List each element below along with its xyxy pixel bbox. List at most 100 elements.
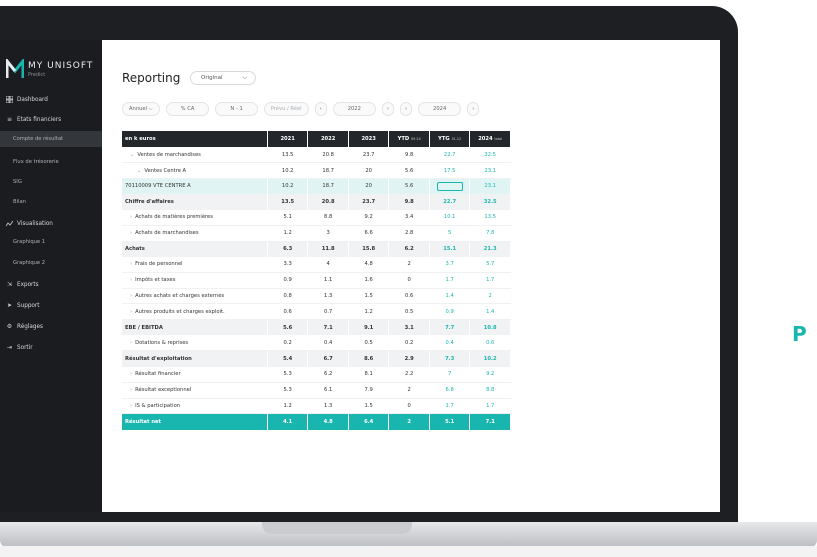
table-cell[interactable]: 10.2: [469, 350, 511, 367]
year-from-field[interactable]: 2022: [332, 102, 376, 116]
year-from-next-button[interactable]: ›: [381, 102, 394, 116]
sidebar-item-etats-financiers[interactable]: ≡ Etats financiers: [0, 116, 102, 123]
table-cell[interactable]: 7.8: [469, 225, 511, 242]
table-cell[interactable]: 1.7: [469, 398, 511, 415]
table-row[interactable]: › Autres produits et charges exploit. 0.6 0…: [122, 303, 511, 321]
table-cell[interactable]: 10.1: [429, 209, 471, 226]
table-cell[interactable]: 32.5: [469, 147, 511, 164]
chevron-right-icon[interactable]: ›: [130, 277, 132, 283]
prevu-reel-toggle[interactable]: Prévu / Réel: [263, 102, 309, 116]
table-row[interactable]: › Achats de marchandises 1.2 3 6.6 2.8 5 7.8: [122, 225, 511, 242]
sidebar-item-dashboard[interactable]: Dashboard: [0, 95, 102, 104]
sidebar-item-visualisation[interactable]: Visualisation: [0, 220, 102, 227]
chevron-right-icon[interactable]: ›: [130, 340, 132, 346]
table-cell[interactable]: 17.5: [429, 162, 471, 179]
sidebar-item-reglages[interactable]: ⚙ Réglages: [0, 323, 102, 330]
table-row[interactable]: Chiffre d'affaires 13.5 20.8 23.7 9.8 22.7 32.…: [122, 194, 511, 210]
table-row[interactable]: ⌄ Ventes Centre A 10.2 18.7 20 5.6 17.5 23.1: [122, 162, 511, 179]
chevron-right-icon[interactable]: ›: [130, 214, 132, 220]
chevron-right-icon[interactable]: ›: [130, 387, 132, 393]
table-cell[interactable]: 22.7: [429, 147, 471, 164]
table-cell[interactable]: 7.7: [429, 319, 471, 336]
table-cell[interactable]: 3.7: [429, 256, 471, 273]
chevron-down-icon[interactable]: ⌄: [130, 152, 134, 158]
table-cell[interactable]: 10.8: [469, 319, 511, 336]
column-header[interactable]: 2023: [348, 131, 390, 147]
table-total-row[interactable]: Résultat net 4.1 4.8 6.4 2 5.1 7.1: [122, 413, 511, 430]
chevron-right-icon[interactable]: ›: [130, 371, 132, 377]
table-cell[interactable]: 1.7: [429, 272, 471, 289]
chevron-right-icon[interactable]: ›: [130, 309, 132, 315]
view-select[interactable]: Original ⌵: [190, 71, 256, 85]
chevron-down-icon[interactable]: ⌄: [137, 168, 141, 174]
table-cell[interactable]: 23.1: [469, 178, 511, 195]
table-row[interactable]: Résultat d'exploitation 5.4 6.7 8.6 2.9 7.3 10…: [122, 350, 511, 367]
cell-edit-input[interactable]: [436, 181, 463, 191]
column-header-total[interactable]: 2024 total: [469, 131, 511, 147]
table-cell: 1.6: [348, 272, 390, 289]
table-cell[interactable]: 7.3: [429, 350, 471, 367]
table-cell[interactable]: 0.9: [429, 303, 471, 321]
table-cell[interactable]: 2: [469, 288, 511, 305]
table-cell[interactable]: 32.5: [469, 194, 511, 210]
table-row[interactable]: EBE / EBITDA 5.6 7.1 9.1 3.1 7.7 10.8: [122, 319, 511, 336]
year-to-prev-button[interactable]: ‹: [399, 102, 413, 116]
table-cell[interactable]: 9.2: [469, 366, 511, 383]
table-cell[interactable]: 5.1: [429, 413, 471, 430]
table-cell[interactable]: 23.1: [469, 162, 511, 179]
sidebar-item-graphique-2[interactable]: Graphique 2: [0, 260, 102, 266]
sidebar-item-compte-de-resultat[interactable]: Compte de résultat: [0, 131, 102, 147]
period-select[interactable]: Annuel ⌵: [122, 102, 160, 116]
column-header-ytd[interactable]: YTD 09.24: [388, 131, 430, 147]
year-to-field[interactable]: 2024: [418, 102, 462, 116]
column-header-ytg[interactable]: YTG 31.12: [429, 131, 471, 147]
year-from-prev-button[interactable]: ‹: [314, 102, 327, 116]
table-cell[interactable]: 22.7: [429, 194, 471, 210]
table-cell[interactable]: 1.7: [469, 272, 511, 289]
table-cell[interactable]: 15.1: [429, 241, 471, 257]
table-cell[interactable]: 1.7: [429, 398, 471, 415]
table-row[interactable]: › IS & participation 1.2 1.3 1.5 0 1.7 1.7: [122, 398, 511, 415]
sidebar-item-sortir[interactable]: ⇥ Sortir: [0, 344, 102, 351]
table-cell[interactable]: 5: [429, 225, 471, 242]
table-cell[interactable]: 0.6: [469, 335, 511, 352]
table-row[interactable]: › Impôts et taxes 0.9 1.1 1.6 0 1.7 1.7: [122, 272, 511, 289]
table-cell: 8.8: [307, 209, 349, 226]
n1-toggle[interactable]: N - 1: [215, 102, 258, 116]
table-cell[interactable]: 1.4: [429, 288, 471, 305]
table-cell[interactable]: 6.8: [429, 382, 471, 399]
chevron-right-icon[interactable]: ›: [130, 261, 132, 267]
column-header[interactable]: 2021: [267, 131, 309, 147]
column-header[interactable]: 2022: [307, 131, 349, 147]
table-row[interactable]: › Autres achats et charges externes 0.8 1.3…: [122, 288, 511, 305]
table-cell[interactable]: 7: [429, 366, 471, 383]
table-cell[interactable]: 21.3: [469, 241, 511, 257]
table-row[interactable]: › Achats de matières premières 5.1 8.8 9.2 3.…: [122, 209, 511, 226]
table-row[interactable]: › Dotations & reprises 0.2 0.4 0.5 0.2 0.4 0.6: [122, 335, 511, 352]
app-logo[interactable]: MY UNISOFT Predict: [6, 57, 93, 81]
table-cell[interactable]: 13.5: [469, 209, 511, 226]
sidebar-item-sig[interactable]: SIG: [0, 179, 102, 185]
chevron-right-icon[interactable]: ›: [130, 403, 132, 409]
chevron-right-icon[interactable]: ›: [130, 230, 132, 236]
sidebar-item-graphique-1[interactable]: Graphique 1: [0, 239, 102, 245]
table-cell[interactable]: 7.1: [469, 413, 511, 430]
table-cell[interactable]: 5.7: [469, 256, 511, 273]
table-cell[interactable]: 0.4: [429, 335, 471, 352]
table-cell[interactable]: [429, 178, 471, 195]
sidebar-item-flux-de-tresorerie[interactable]: Flux de trésorerie: [0, 159, 102, 165]
table-row[interactable]: 70110009 VTE CENTRE A 10.2 18.7 20 5.6 23.1: [122, 178, 511, 195]
sidebar-item-exports[interactable]: ⇲ Exports: [0, 281, 102, 288]
sidebar-item-support[interactable]: ➤ Support: [0, 302, 102, 309]
table-row[interactable]: Achats 6.3 11.8 15.8 6.2 15.1 21.3: [122, 241, 511, 257]
sidebar-item-bilan[interactable]: Bilan: [0, 199, 102, 205]
table-row[interactable]: › Résultat financier 5.3 6.2 8.1 2.2 7 9.2: [122, 366, 511, 383]
pct-ca-toggle[interactable]: % CA: [165, 102, 210, 116]
chevron-right-icon[interactable]: ›: [130, 293, 132, 299]
year-to-next-button[interactable]: ›: [467, 102, 480, 116]
table-row[interactable]: › Résultat exceptionnel 5.3 6.1 7.9 2 6.8 8.8: [122, 382, 511, 399]
table-cell[interactable]: 8.8: [469, 382, 511, 399]
table-row[interactable]: › Frais de personnel 3.3 4 4.8 2 3.7 5.7: [122, 256, 511, 273]
table-cell[interactable]: 1.4: [469, 303, 511, 321]
table-row[interactable]: ⌄ Ventes de marchandises 13.5 20.8 23.7 9.8 22…: [122, 147, 511, 164]
